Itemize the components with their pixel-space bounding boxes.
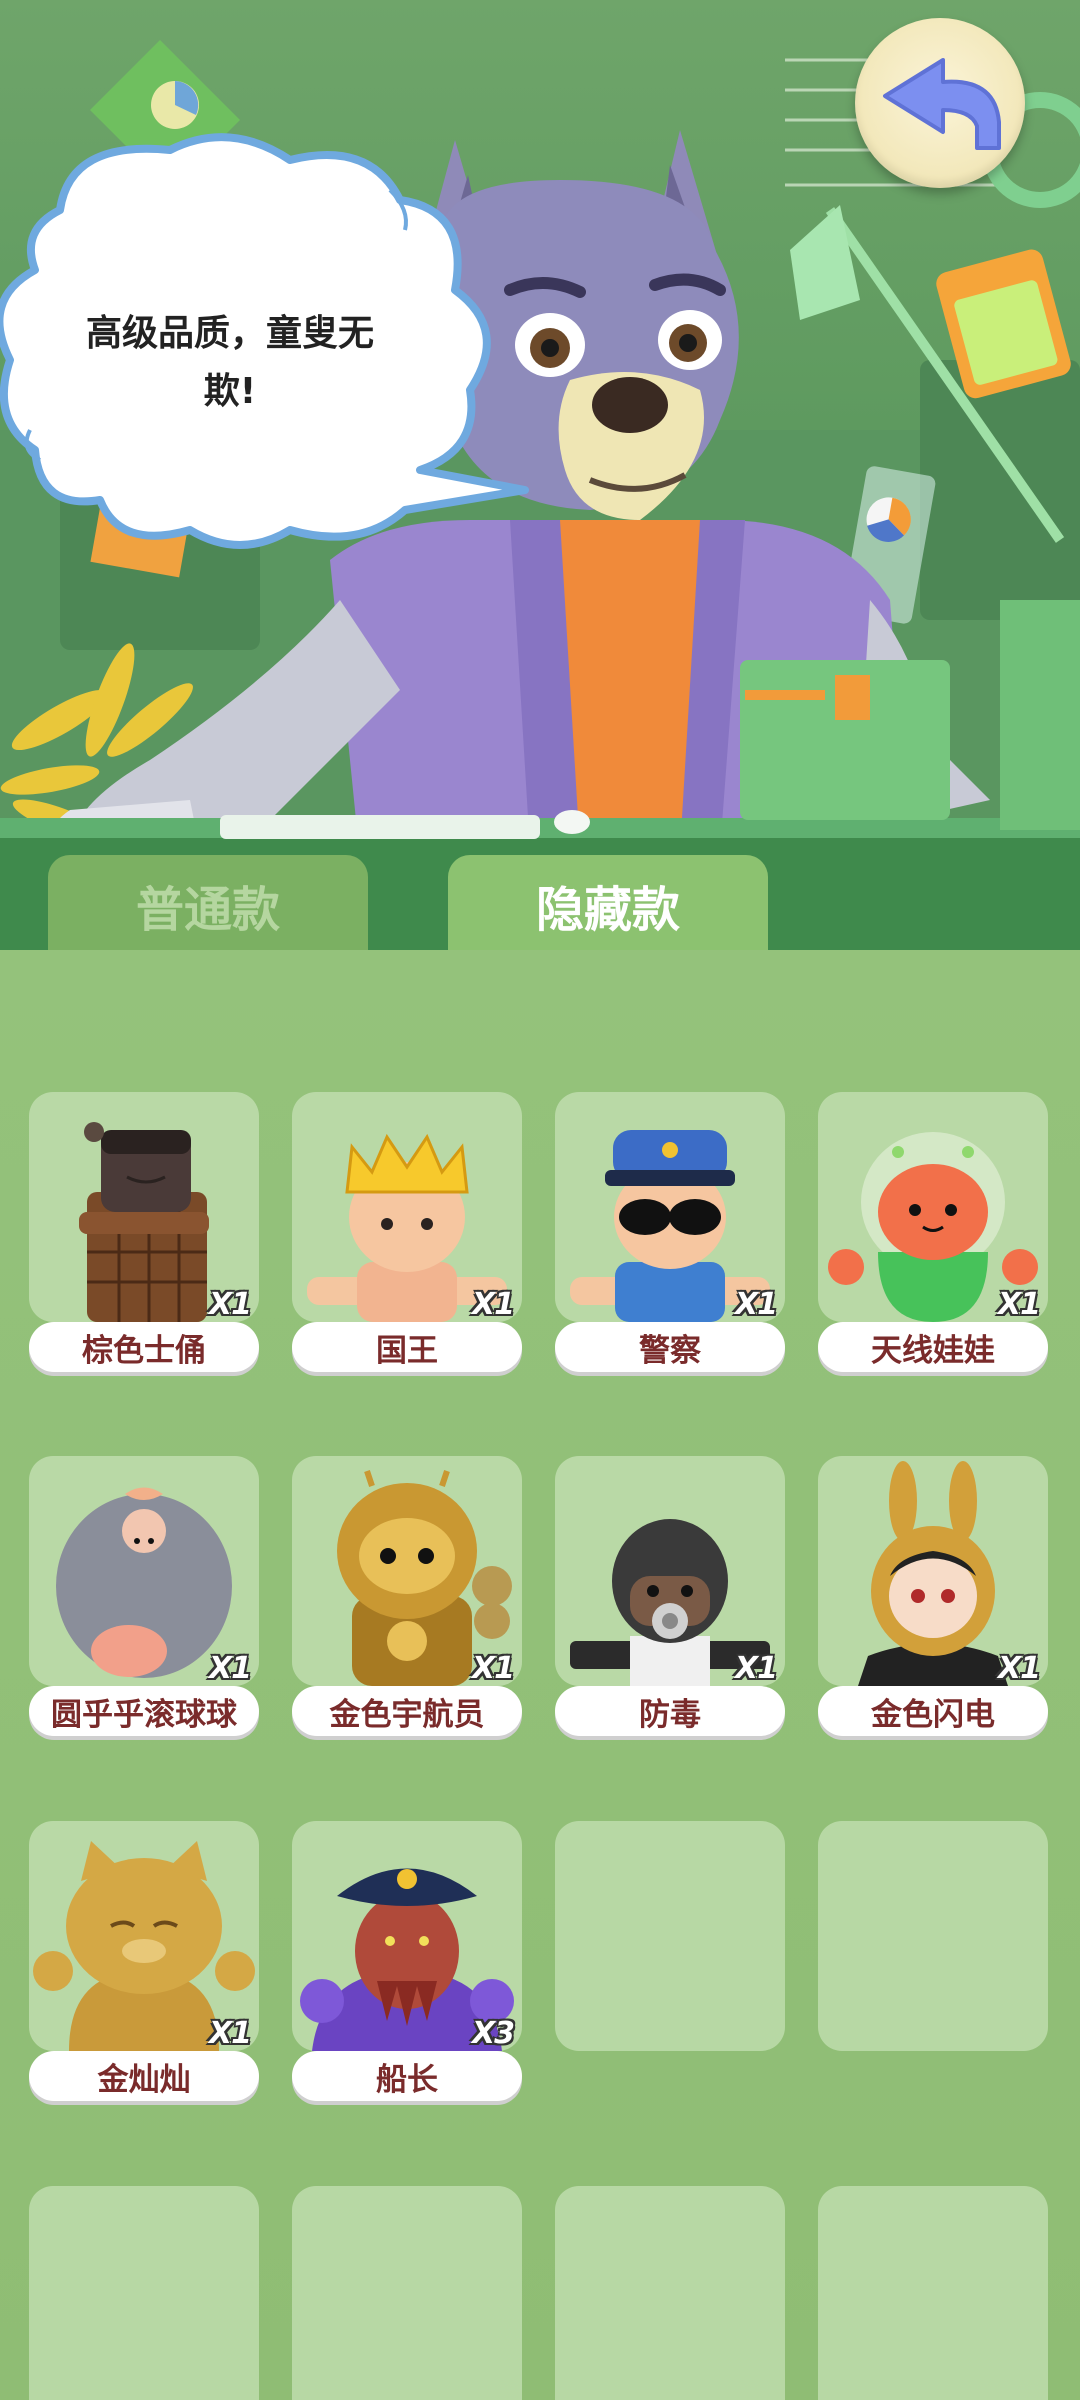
empty-slot [292, 2186, 522, 2400]
collection-item[interactable]: X1 警察 [555, 1092, 785, 1392]
item-name: 国王 [292, 1322, 522, 1372]
tab-normal[interactable]: 普通款 [48, 855, 368, 950]
item-card: X1 [292, 1456, 522, 1686]
empty-slot [555, 1821, 785, 2051]
item-count: X1 [734, 1287, 778, 1322]
item-count: X1 [734, 1651, 778, 1686]
item-name: 防毒 [555, 1686, 785, 1736]
item-count: X1 [997, 1651, 1041, 1686]
item-name: 棕色士俑 [29, 1322, 259, 1372]
item-card: X3 [292, 1821, 522, 2051]
empty-slot [818, 1821, 1048, 2051]
item-name: 金灿灿 [29, 2051, 259, 2101]
tab-hidden-label: 隐藏款 [535, 882, 680, 938]
speech-bubble: 高级品质，童叟无 欺! [0, 130, 540, 550]
back-button[interactable] [855, 18, 1025, 188]
tab-hidden[interactable]: 隐藏款 [448, 855, 768, 950]
collection-item[interactable]: X3 船长 [292, 1821, 522, 2121]
item-count: X1 [208, 2016, 252, 2051]
collection-item[interactable]: X1 防毒 [555, 1456, 785, 1756]
item-name: 警察 [555, 1322, 785, 1372]
item-card: X1 [292, 1092, 522, 1322]
item-card: X1 [29, 1821, 259, 2051]
collection-grid: X1 棕色士俑 X1 国王 X1 警察 X1 天线娃娃 X1 圆乎乎滚球球 X1… [0, 950, 1080, 2400]
item-count: X1 [471, 1651, 515, 1686]
collection-item[interactable]: X1 天线娃娃 [818, 1092, 1048, 1392]
tab-normal-label: 普通款 [135, 882, 280, 938]
collection-item[interactable]: X1 国王 [292, 1092, 522, 1392]
collection-item[interactable]: X1 金色宇航员 [292, 1456, 522, 1756]
item-card: X1 [818, 1456, 1048, 1686]
item-name: 金色宇航员 [292, 1686, 522, 1736]
item-card: X1 [818, 1092, 1048, 1322]
item-card: X1 [29, 1456, 259, 1686]
item-name: 船长 [292, 2051, 522, 2101]
hero-banner: 高级品质，童叟无 欺! 普通款 隐藏款 [0, 0, 1080, 950]
item-count: X1 [997, 1287, 1041, 1322]
item-name: 圆乎乎滚球球 [29, 1686, 259, 1736]
back-arrow-icon [883, 58, 1001, 150]
collection-item[interactable]: X1 圆乎乎滚球球 [29, 1456, 259, 1756]
item-count: X1 [208, 1287, 252, 1322]
speech-line-1: 高级品质，童叟无 [85, 313, 374, 354]
speech-line-2: 欺! [203, 371, 257, 412]
collection-item[interactable]: X1 金色闪电 [818, 1456, 1048, 1756]
empty-slot [555, 2186, 785, 2400]
item-card: X1 [555, 1092, 785, 1322]
collection-item[interactable]: X1 金灿灿 [29, 1821, 259, 2121]
item-count: X1 [208, 1651, 252, 1686]
item-card: X1 [29, 1092, 259, 1322]
item-count: X1 [471, 1287, 515, 1322]
item-name: 金色闪电 [818, 1686, 1048, 1736]
item-count: X3 [471, 2016, 515, 2051]
empty-slot [29, 2186, 259, 2400]
item-name: 天线娃娃 [818, 1322, 1048, 1372]
empty-slot [818, 2186, 1048, 2400]
collection-item[interactable]: X1 棕色士俑 [29, 1092, 259, 1392]
item-card: X1 [555, 1456, 785, 1686]
speech-bubble-text: 高级品质，童叟无 欺! [40, 305, 420, 421]
